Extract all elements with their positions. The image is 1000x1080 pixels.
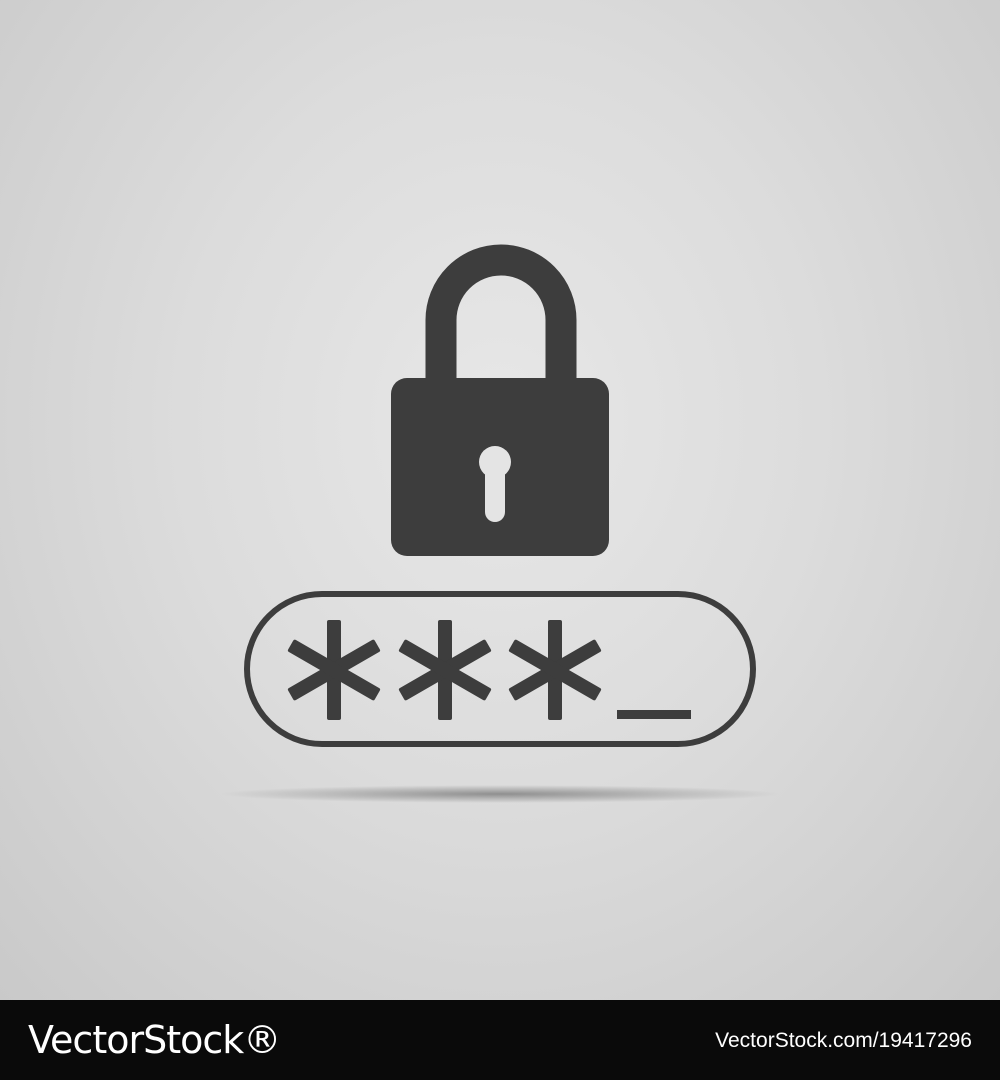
- password-field: [244, 591, 756, 747]
- watermark-footer: VectorStock® VectorStock.com/19417296: [0, 1000, 1000, 1080]
- text-cursor: [617, 710, 691, 719]
- floor-shadow: [220, 785, 780, 803]
- illustration-background: [0, 0, 1000, 1000]
- padlock-icon: [391, 244, 609, 556]
- padlock-shackle: [425, 244, 577, 378]
- asterisk-icon: [287, 620, 381, 720]
- password-lock-illustration: [220, 244, 780, 803]
- image-id-label: VectorStock.com/19417296: [715, 1029, 972, 1052]
- brand-logo: VectorStock®: [28, 1018, 281, 1062]
- asterisk-icon: [508, 620, 602, 720]
- asterisk-icon: [398, 620, 492, 720]
